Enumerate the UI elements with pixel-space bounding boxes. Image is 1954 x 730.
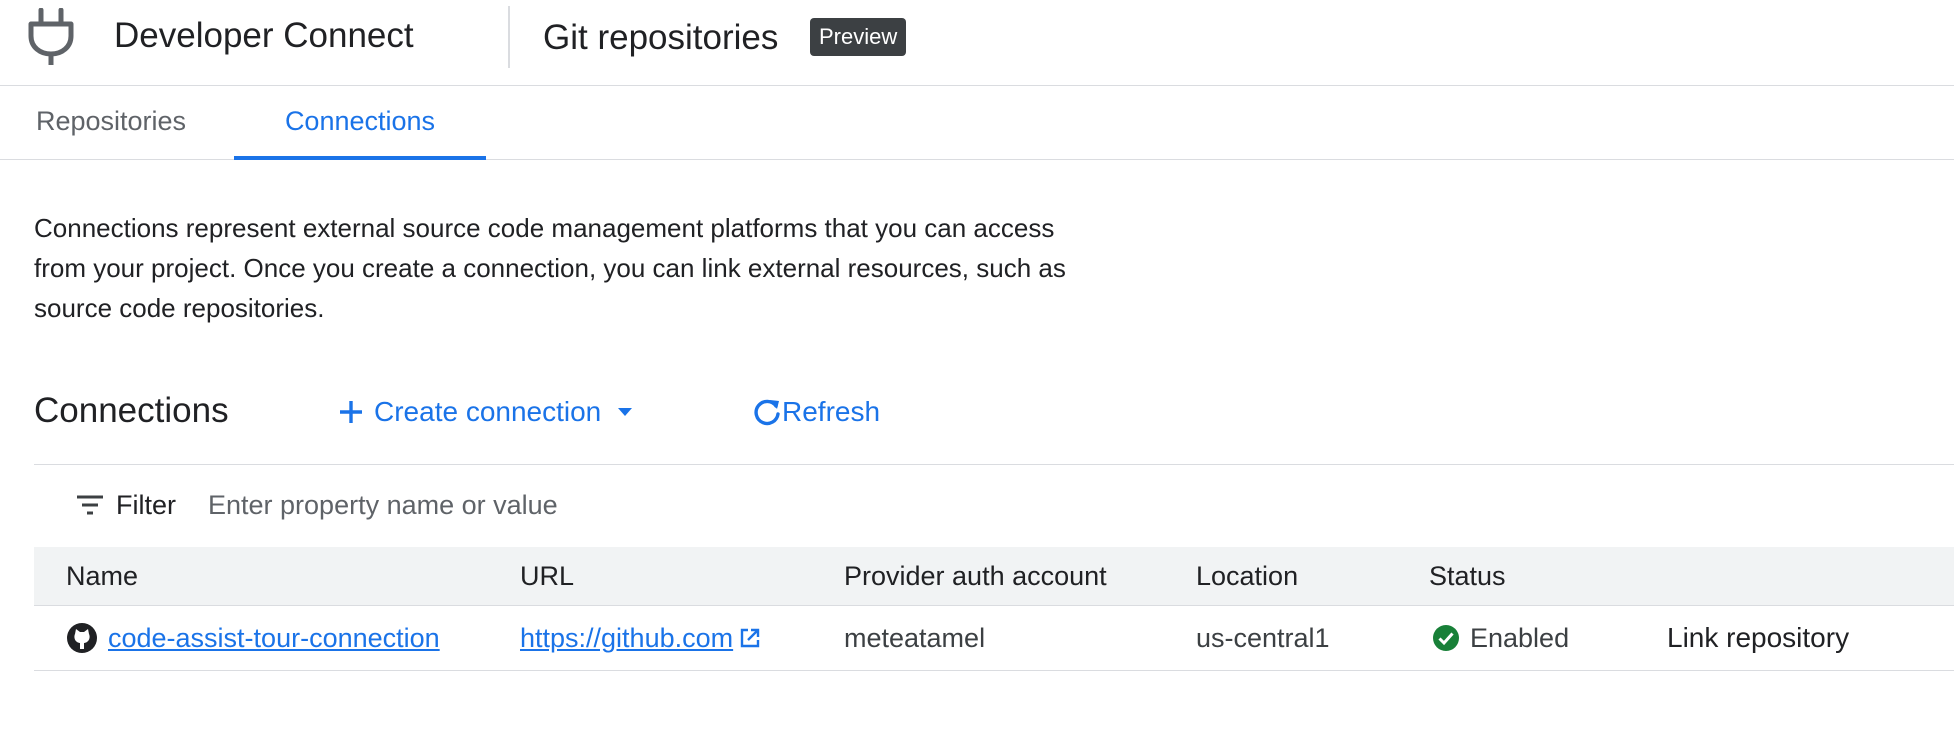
url-link[interactable]: https://github.com — [520, 606, 733, 670]
filter-icon — [77, 495, 103, 515]
page-header: Developer Connect Git repositories Previ… — [0, 0, 1954, 86]
filter-bar: Filter — [34, 465, 1954, 545]
create-connection-label: Create connection — [374, 396, 602, 427]
tab-connections[interactable]: Connections — [234, 86, 486, 160]
create-connection-button[interactable]: Create connection — [338, 390, 643, 434]
plus-icon — [340, 401, 362, 423]
status-text: Enabled — [1470, 623, 1570, 653]
refresh-label: Refresh — [782, 396, 881, 427]
action-cell: Link repository — [1667, 606, 1849, 670]
connection-name-link[interactable]: code-assist-tour-connection — [108, 606, 440, 670]
provider-auth-account-cell: meteatamel — [844, 623, 986, 653]
location-cell: us-central1 — [1196, 623, 1330, 653]
external-link-icon[interactable] — [739, 627, 761, 649]
check-circle-icon — [1433, 625, 1459, 651]
status-cell: Enabled — [1432, 606, 1569, 670]
tab-repositories[interactable]: Repositories — [0, 86, 222, 156]
github-icon — [67, 623, 97, 653]
column-header-provider-auth-account[interactable]: Provider auth account — [844, 547, 1107, 605]
page-title: Git repositories — [543, 18, 779, 57]
preview-badge: Preview — [810, 18, 907, 56]
column-header-name[interactable]: Name — [66, 547, 138, 605]
filter-label: Filter — [116, 490, 176, 520]
column-header-url[interactable]: URL — [520, 547, 574, 605]
link-repository-button[interactable]: Link repository — [1667, 606, 1849, 670]
plug-icon — [28, 8, 74, 65]
refresh-icon — [754, 399, 780, 426]
section-title: Connections — [34, 391, 229, 430]
connection-name-cell: code-assist-tour-connection — [66, 606, 440, 670]
refresh-button[interactable]: Refresh — [752, 390, 880, 434]
filter-input[interactable] — [208, 483, 1108, 527]
connections-description: Connections represent external source co… — [34, 213, 1066, 323]
table-header: Name URL Provider auth account Location … — [34, 547, 1954, 606]
caret-down-icon[interactable] — [617, 407, 633, 417]
header-divider — [508, 6, 510, 68]
table-row: code-assist-tour-connection https://gith… — [34, 606, 1954, 671]
url-cell: https://github.com — [520, 606, 761, 670]
column-header-location[interactable]: Location — [1196, 547, 1298, 605]
product-name: Developer Connect — [114, 16, 414, 55]
tab-bar: Repositories Connections — [0, 86, 1954, 160]
column-header-status[interactable]: Status — [1429, 547, 1506, 605]
